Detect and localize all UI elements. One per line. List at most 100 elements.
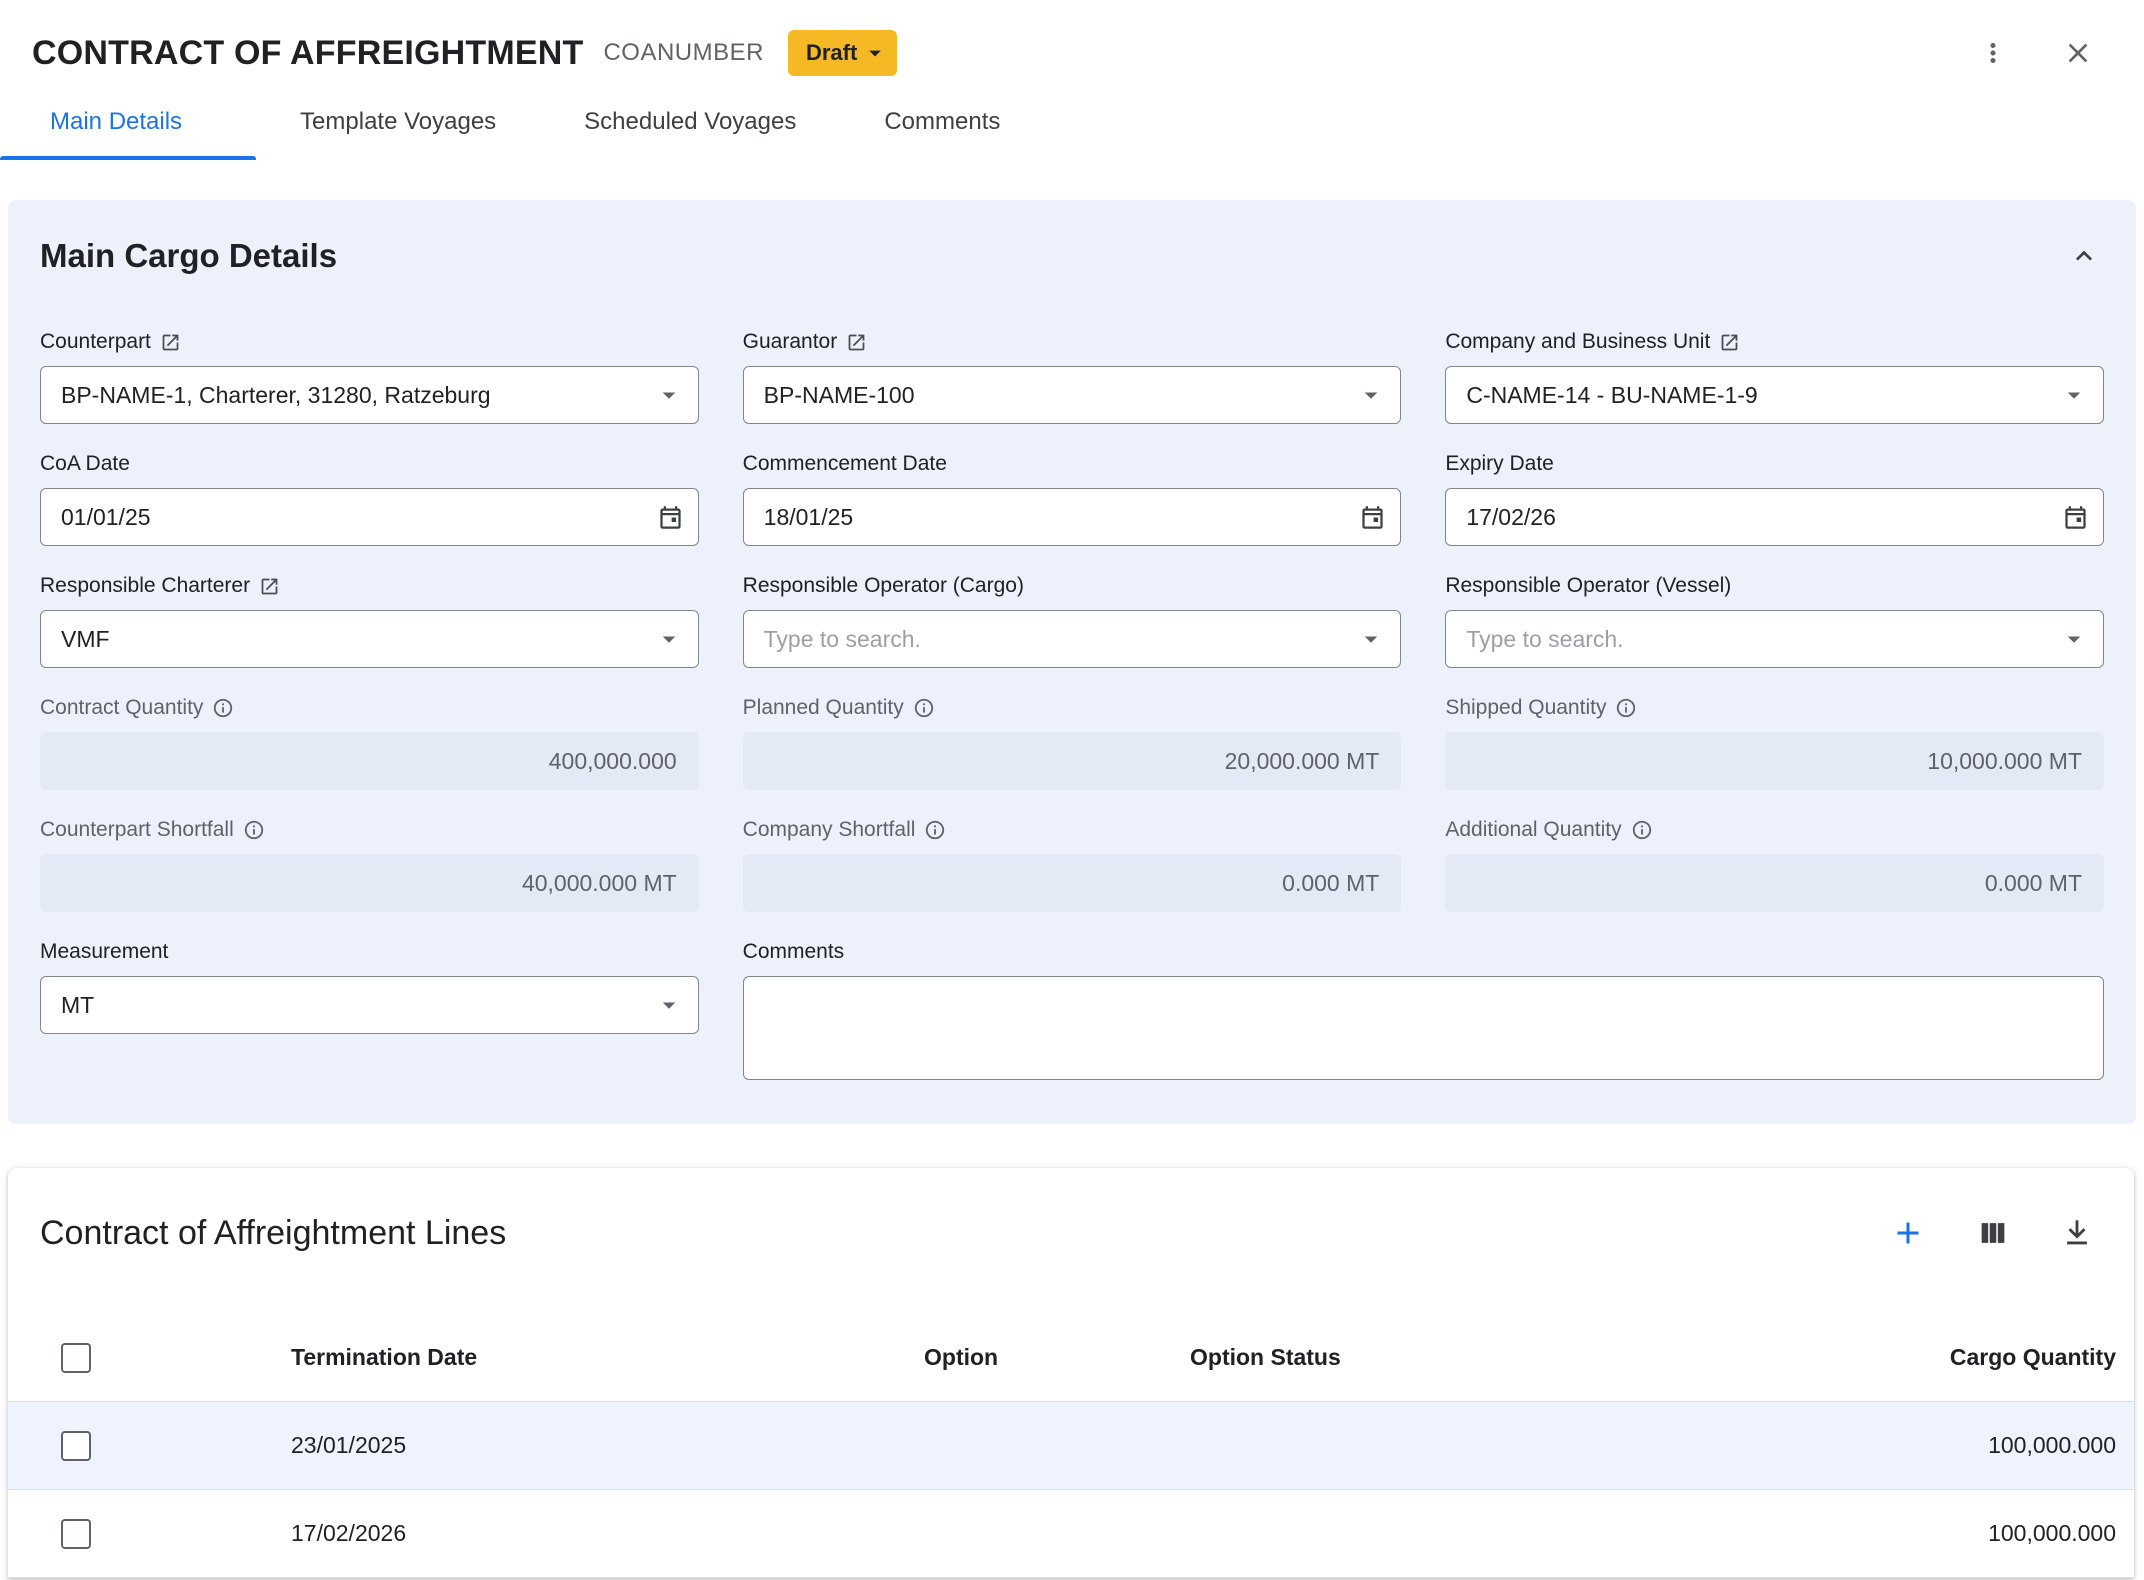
measurement-label: Measurement xyxy=(40,940,168,964)
kebab-menu-icon xyxy=(1978,38,2008,68)
termination-date-cell: 17/02/2026 xyxy=(291,1520,924,1547)
column-header-option[interactable]: Option xyxy=(924,1344,1190,1371)
measurement-value: MT xyxy=(61,992,654,1019)
counterpart-label: Counterpart xyxy=(40,330,151,354)
tab-bar: Main Details Template Voyages Scheduled … xyxy=(0,88,2144,160)
main-cargo-fields-grid: Counterpart BP-NAME-1, Charterer, 31280,… xyxy=(32,330,2112,1080)
counterpart-select[interactable]: BP-NAME-1, Charterer, 31280, Ratzeburg xyxy=(40,366,699,424)
dropdown-caret-icon xyxy=(654,990,684,1020)
calendar-icon[interactable] xyxy=(1359,504,1386,531)
field-planned-quantity: Planned Quantity 20,000.000 MT xyxy=(743,696,1402,790)
guarantor-select[interactable]: BP-NAME-100 xyxy=(743,366,1402,424)
field-comments: Comments xyxy=(743,940,2104,1080)
tab-template-voyages[interactable]: Template Voyages xyxy=(256,88,540,160)
field-responsible-charterer: Responsible Charterer VMF xyxy=(40,574,699,668)
commencement-date-input[interactable]: 18/01/25 xyxy=(743,488,1402,546)
more-options-button[interactable] xyxy=(1974,34,2012,72)
section-title-main-cargo: Main Cargo Details xyxy=(40,237,337,275)
expiry-date-input[interactable]: 17/02/26 xyxy=(1445,488,2104,546)
field-contract-quantity: Contract Quantity 400,000.000 xyxy=(40,696,699,790)
counterpart-shortfall-field: 40,000.000 MT xyxy=(40,854,699,912)
header-actions xyxy=(1974,33,2098,73)
tab-comments[interactable]: Comments xyxy=(840,88,1044,160)
shipped-quantity-field: 10,000.000 MT xyxy=(1445,732,2104,790)
row-checkbox[interactable] xyxy=(61,1519,91,1549)
coa-date-label: CoA Date xyxy=(40,452,130,476)
guarantor-label: Guarantor xyxy=(743,330,838,354)
tab-main-details[interactable]: Main Details xyxy=(0,88,256,160)
company-shortfall-value: 0.000 MT xyxy=(1282,870,1379,897)
external-link-icon[interactable] xyxy=(259,576,280,597)
company-bu-value: C-NAME-14 - BU-NAME-1-9 xyxy=(1466,382,2059,409)
termination-date-cell: 23/01/2025 xyxy=(291,1432,924,1459)
planned-quantity-value: 20,000.000 MT xyxy=(1225,748,1380,775)
responsible-charterer-select[interactable]: VMF xyxy=(40,610,699,668)
planned-quantity-label: Planned Quantity xyxy=(743,696,904,720)
field-additional-quantity: Additional Quantity 0.000 MT xyxy=(1445,818,2104,912)
cargo-quantity-cell: 100,000.000 xyxy=(1620,1432,2134,1459)
company-bu-label: Company and Business Unit xyxy=(1445,330,1710,354)
responsible-operator-cargo-input[interactable]: Type to search. xyxy=(743,610,1402,668)
external-link-icon[interactable] xyxy=(160,332,181,353)
select-all-checkbox[interactable] xyxy=(61,1343,91,1373)
calendar-icon[interactable] xyxy=(2062,504,2089,531)
commencement-date-label: Commencement Date xyxy=(743,452,947,476)
calendar-icon[interactable] xyxy=(657,504,684,531)
company-bu-select[interactable]: C-NAME-14 - BU-NAME-1-9 xyxy=(1445,366,2104,424)
table-row[interactable]: 17/02/2026 100,000.000 xyxy=(8,1490,2134,1578)
status-badge[interactable]: Draft xyxy=(788,30,897,76)
counterpart-shortfall-value: 40,000.000 MT xyxy=(522,870,677,897)
field-responsible-operator-cargo: Responsible Operator (Cargo) Type to sea… xyxy=(743,574,1402,668)
table-header-row: Termination Date Option Option Status Ca… xyxy=(8,1314,2134,1402)
responsible-operator-vessel-label: Responsible Operator (Vessel) xyxy=(1445,574,1731,598)
tab-scheduled-voyages[interactable]: Scheduled Voyages xyxy=(540,88,840,160)
info-icon[interactable] xyxy=(243,819,265,841)
field-company-business-unit: Company and Business Unit C-NAME-14 - BU… xyxy=(1445,330,2104,424)
collapse-section-button[interactable] xyxy=(2064,236,2104,276)
column-header-termination-date[interactable]: Termination Date xyxy=(291,1344,924,1371)
responsible-operator-vessel-input[interactable]: Type to search. xyxy=(1445,610,2104,668)
table-row[interactable]: 23/01/2025 100,000.000 xyxy=(8,1402,2134,1490)
status-caret-icon xyxy=(861,39,889,67)
additional-quantity-field: 0.000 MT xyxy=(1445,854,2104,912)
counterpart-value: BP-NAME-1, Charterer, 31280, Ratzeburg xyxy=(61,382,654,409)
columns-icon xyxy=(1976,1216,2010,1250)
field-counterpart-shortfall: Counterpart Shortfall 40,000.000 MT xyxy=(40,818,699,912)
measurement-select[interactable]: MT xyxy=(40,976,699,1034)
field-guarantor: Guarantor BP-NAME-100 xyxy=(743,330,1402,424)
company-shortfall-field: 0.000 MT xyxy=(743,854,1402,912)
coa-date-input[interactable]: 01/01/25 xyxy=(40,488,699,546)
field-responsible-operator-vessel: Responsible Operator (Vessel) Type to se… xyxy=(1445,574,2104,668)
field-counterpart: Counterpart BP-NAME-1, Charterer, 31280,… xyxy=(40,330,699,424)
download-icon xyxy=(2060,1216,2094,1250)
close-button[interactable] xyxy=(2058,33,2098,73)
window-header: CONTRACT OF AFFREIGHTMENT COANUMBER Draf… xyxy=(0,0,2144,76)
external-link-icon[interactable] xyxy=(846,332,867,353)
dropdown-caret-icon xyxy=(1356,380,1386,410)
column-header-cargo-quantity[interactable]: Cargo Quantity xyxy=(1620,1344,2134,1371)
column-settings-button[interactable] xyxy=(1972,1212,2014,1254)
info-icon[interactable] xyxy=(1631,819,1653,841)
dropdown-caret-icon xyxy=(654,624,684,654)
lines-toolbar xyxy=(1886,1211,2098,1255)
field-measurement: Measurement MT xyxy=(40,940,699,1080)
info-icon[interactable] xyxy=(1615,697,1637,719)
contract-number: COANUMBER xyxy=(603,39,764,67)
row-checkbox[interactable] xyxy=(61,1431,91,1461)
info-icon[interactable] xyxy=(212,697,234,719)
field-expiry-date: Expiry Date 17/02/26 xyxy=(1445,452,2104,546)
expiry-date-value: 17/02/26 xyxy=(1466,504,2062,531)
comments-input[interactable] xyxy=(743,976,2104,1080)
external-link-icon[interactable] xyxy=(1719,332,1740,353)
export-button[interactable] xyxy=(2056,1212,2098,1254)
coa-lines-section: Contract of Affreightment Lines Terminat… xyxy=(8,1168,2134,1578)
column-header-option-status[interactable]: Option Status xyxy=(1190,1344,1620,1371)
info-icon[interactable] xyxy=(913,697,935,719)
info-icon[interactable] xyxy=(924,819,946,841)
responsible-operator-vessel-placeholder: Type to search. xyxy=(1466,626,2059,653)
responsible-charterer-label: Responsible Charterer xyxy=(40,574,250,598)
chevron-up-icon xyxy=(2068,240,2100,272)
responsible-operator-cargo-placeholder: Type to search. xyxy=(764,626,1357,653)
add-line-button[interactable] xyxy=(1886,1211,1930,1255)
dropdown-caret-icon xyxy=(2059,624,2089,654)
